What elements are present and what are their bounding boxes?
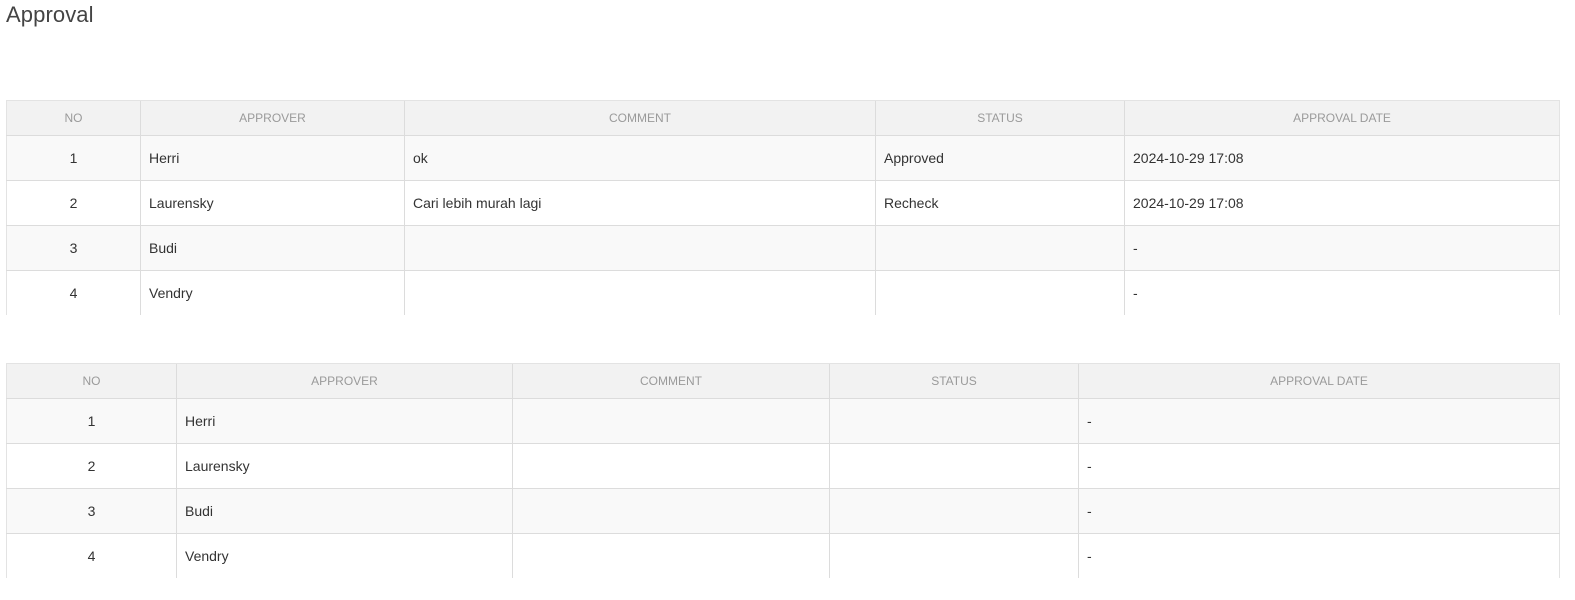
- table-row: 3 Budi -: [6, 225, 1560, 271]
- cell-status: [875, 225, 1125, 271]
- cell-no: 2: [6, 180, 141, 226]
- cell-comment: [404, 270, 876, 315]
- cell-approver: Vendry: [140, 270, 405, 315]
- cell-comment: ok: [404, 135, 876, 181]
- cell-approval-date: -: [1124, 225, 1560, 271]
- column-header-comment[interactable]: COMMENT: [404, 100, 876, 136]
- cell-approval-date: -: [1078, 443, 1560, 489]
- cell-comment: [512, 398, 830, 444]
- table-row: 1 Herri -: [6, 398, 1560, 444]
- cell-no: 3: [6, 225, 141, 271]
- cell-approval-date: 2024-10-29 17:08: [1124, 135, 1560, 181]
- page-title: Approval: [6, 2, 94, 27]
- cell-comment: [512, 443, 830, 489]
- cell-no: 2: [6, 443, 177, 489]
- column-header-approver[interactable]: APPROVER: [140, 100, 405, 136]
- column-header-status[interactable]: STATUS: [875, 100, 1125, 136]
- cell-status: Approved: [875, 135, 1125, 181]
- cell-status: [829, 443, 1079, 489]
- cell-comment: Cari lebih murah lagi: [404, 180, 876, 226]
- cell-approval-date: -: [1078, 398, 1560, 444]
- table-row: 3 Budi -: [6, 488, 1560, 534]
- table-row: 2 Laurensky -: [6, 443, 1560, 489]
- cell-no: 4: [6, 270, 141, 315]
- column-header-no[interactable]: NO: [6, 100, 141, 136]
- cell-approver: Herri: [176, 398, 513, 444]
- cell-no: 3: [6, 488, 177, 534]
- table-header-row: NO APPROVER COMMENT STATUS APPROVAL DATE: [6, 100, 1560, 136]
- column-header-no[interactable]: NO: [6, 363, 177, 399]
- cell-status: [875, 270, 1125, 315]
- cell-status: [829, 533, 1079, 578]
- cell-approver: Budi: [140, 225, 405, 271]
- cell-approver: Herri: [140, 135, 405, 181]
- table-row: 1 Herri ok Approved 2024-10-29 17:08: [6, 135, 1560, 181]
- approval-table: NO APPROVER COMMENT STATUS APPROVAL DATE…: [6, 100, 1560, 315]
- approval-table: NO APPROVER COMMENT STATUS APPROVAL DATE…: [6, 363, 1560, 578]
- cell-approval-date: -: [1124, 270, 1560, 315]
- column-header-approval-date[interactable]: APPROVAL DATE: [1078, 363, 1560, 399]
- cell-status: [829, 488, 1079, 534]
- column-header-comment[interactable]: COMMENT: [512, 363, 830, 399]
- cell-status: Recheck: [875, 180, 1125, 226]
- table-header-row: NO APPROVER COMMENT STATUS APPROVAL DATE: [6, 363, 1560, 399]
- cell-approver: Laurensky: [140, 180, 405, 226]
- cell-no: 1: [6, 398, 177, 444]
- cell-no: 1: [6, 135, 141, 181]
- cell-comment: [512, 488, 830, 534]
- cell-status: [829, 398, 1079, 444]
- cell-approver: Laurensky: [176, 443, 513, 489]
- cell-approval-date: -: [1078, 533, 1560, 578]
- cell-approval-date: -: [1078, 488, 1560, 534]
- column-header-status[interactable]: STATUS: [829, 363, 1079, 399]
- column-header-approver[interactable]: APPROVER: [176, 363, 513, 399]
- table-row: 4 Vendry -: [6, 533, 1560, 578]
- cell-approver: Vendry: [176, 533, 513, 578]
- column-header-approval-date[interactable]: APPROVAL DATE: [1124, 100, 1560, 136]
- cell-no: 4: [6, 533, 177, 578]
- cell-approval-date: 2024-10-29 17:08: [1124, 180, 1560, 226]
- cell-comment: [512, 533, 830, 578]
- table-row: 2 Laurensky Cari lebih murah lagi Rechec…: [6, 180, 1560, 226]
- table-row: 4 Vendry -: [6, 270, 1560, 315]
- cell-comment: [404, 225, 876, 271]
- cell-approver: Budi: [176, 488, 513, 534]
